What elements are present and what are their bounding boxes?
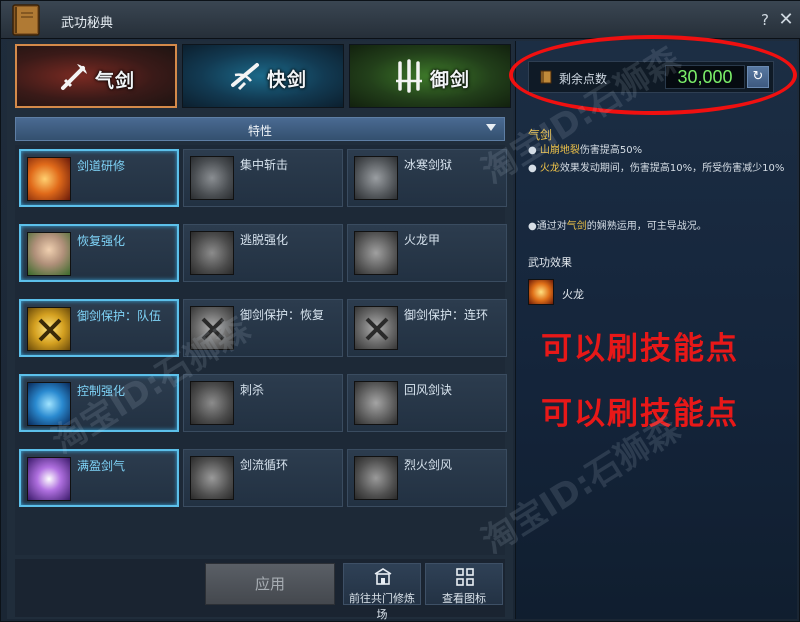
fire-dragon-icon[interactable] [528, 279, 554, 305]
fire-dragon-armor-icon [354, 231, 398, 275]
effect-section-title: 武功效果 [528, 256, 572, 269]
skill-slot[interactable]: 刺杀 [183, 374, 343, 432]
sword-cycle-icon [190, 456, 234, 500]
description-line: ●通过对气剑的娴熟运用，可主导战况。 [528, 220, 790, 234]
skill-name: 刺杀 [240, 383, 265, 397]
crossed-swords-icon [354, 306, 398, 350]
escape-boost-icon [190, 231, 234, 275]
trait-dropdown[interactable]: 特性 [15, 117, 505, 141]
skill-name: 御剑保护：连环 [404, 308, 489, 322]
frost-prison-icon [354, 156, 398, 200]
skill-name: 集中斩击 [240, 158, 289, 172]
skill-slot[interactable]: 满盈剑气 [19, 449, 179, 507]
skill-slot[interactable]: 烈火剑风 [347, 449, 507, 507]
close-button[interactable]: ✕ [775, 9, 797, 31]
skill-grid: 剑道研修 集中斩击 冰寒剑狱 恢复强化 逃脱强化 火龙甲 御剑保护：队伍 御剑保… [15, 145, 507, 555]
description-line: ● 火龙效果发动期间，伤害提高10%，所受伤害减少10% [528, 163, 785, 174]
gate-icon [374, 568, 392, 585]
control-boost-icon [27, 382, 71, 426]
skill-slot[interactable]: 御剑保护：恢复 [183, 299, 343, 357]
crossed-swords-icon [190, 306, 234, 350]
view-icons-button[interactable]: 查看图标 [425, 563, 503, 605]
action-bar: 应用 前往共门修炼场 查看图标 [15, 559, 505, 621]
skill-window: 武功秘典 ? ✕ 气剑 快剑 御剑 特性 剑道研修 集中斩击 冰寒剑狱 恢复强化… [0, 0, 800, 622]
apply-button[interactable]: 应用 [205, 563, 335, 605]
skill-name: 火龙甲 [404, 233, 441, 247]
skill-slot[interactable]: 剑道研修 [19, 149, 179, 207]
skill-slot[interactable]: 火龙甲 [347, 224, 507, 282]
skill-name: 御剑保护：队伍 [77, 309, 162, 323]
skill-name: 冰寒剑狱 [404, 158, 453, 172]
skill-description-title: 气剑 [528, 128, 553, 142]
effect-name: 火龙 [562, 288, 584, 301]
annotation-circle [509, 35, 797, 115]
skill-slot[interactable]: 回风剑诀 [347, 374, 507, 432]
focused-slash-icon [190, 156, 234, 200]
skill-slot[interactable]: 御剑保护：队伍 [19, 299, 179, 357]
grid-icon [456, 568, 474, 586]
tab-qi-sword[interactable]: 气剑 [15, 44, 177, 108]
skill-slot[interactable]: 御剑保护：连环 [347, 299, 507, 357]
triple-sword-icon [396, 59, 422, 93]
view-icons-label: 查看图标 [442, 592, 486, 605]
description-text: 的娴熟运用，可主导战况。 [586, 221, 707, 232]
skill-name: 恢复强化 [77, 234, 126, 248]
highlight-text: 山崩地裂 [539, 145, 580, 156]
skill-slot[interactable]: 冰寒剑狱 [347, 149, 507, 207]
skill-name: 剑道研修 [77, 159, 126, 173]
annotation-text: 可以刷技能点 [541, 396, 739, 432]
annotation-text: 可以刷技能点 [541, 331, 739, 367]
full-sword-qi-icon [27, 457, 71, 501]
skill-name: 控制强化 [77, 384, 126, 398]
chevron-down-icon [486, 124, 496, 131]
skill-name: 御剑保护：恢复 [240, 308, 325, 322]
help-button[interactable]: ? [757, 11, 773, 29]
crossed-swords-icon [27, 307, 71, 351]
whirlwind-sword-icon [354, 381, 398, 425]
title-bar[interactable]: 武功秘典 ? ✕ [1, 1, 800, 39]
tab-guard-sword[interactable]: 御剑 [349, 44, 511, 108]
skill-slot[interactable]: 恢复强化 [19, 224, 179, 282]
sword-training-icon [27, 157, 71, 201]
tab-quick-sword[interactable]: 快剑 [182, 44, 344, 108]
training-ground-button[interactable]: 前往共门修炼场 [343, 563, 421, 621]
window-title: 武功秘典 [61, 16, 114, 31]
swift-sword-icon [231, 63, 259, 91]
skill-slot[interactable]: 集中斩击 [183, 149, 343, 207]
skill-slot[interactable]: 逃脱强化 [183, 224, 343, 282]
training-ground-label: 前往共门修炼场 [349, 592, 415, 621]
blazing-sword-wind-icon [354, 456, 398, 500]
trait-dropdown-label: 特性 [247, 124, 272, 138]
book-icon [12, 4, 40, 36]
description-text: ●通过对 [528, 221, 567, 232]
description-line: ● 山崩地裂伤害提高50% [528, 145, 643, 156]
skill-name: 烈火剑风 [404, 458, 453, 472]
skill-name: 剑流循环 [240, 458, 289, 472]
skill-slot[interactable]: 剑流循环 [183, 449, 343, 507]
skill-name: 满盈剑气 [77, 459, 126, 473]
recovery-boost-icon [27, 232, 71, 276]
description-text: 伤害提高50% [579, 145, 643, 156]
skill-name: 回风剑诀 [404, 383, 453, 397]
highlight-text: 火龙 [539, 163, 560, 174]
tab-label: 快剑 [267, 69, 308, 91]
highlight-text: 气剑 [566, 221, 587, 232]
assassinate-icon [190, 381, 234, 425]
tab-label: 气剑 [95, 70, 136, 92]
flame-sword-icon [61, 64, 87, 90]
tab-label: 御剑 [430, 69, 471, 91]
description-text: 效果发动期间，伤害提高10%，所受伤害减少10% [559, 163, 785, 174]
skill-name: 逃脱强化 [240, 233, 289, 247]
skill-tree-pane: 气剑 快剑 御剑 特性 剑道研修 集中斩击 冰寒剑狱 恢复强化 逃脱强化 火龙甲… [7, 41, 513, 621]
skill-slot[interactable]: 控制强化 [19, 374, 179, 432]
